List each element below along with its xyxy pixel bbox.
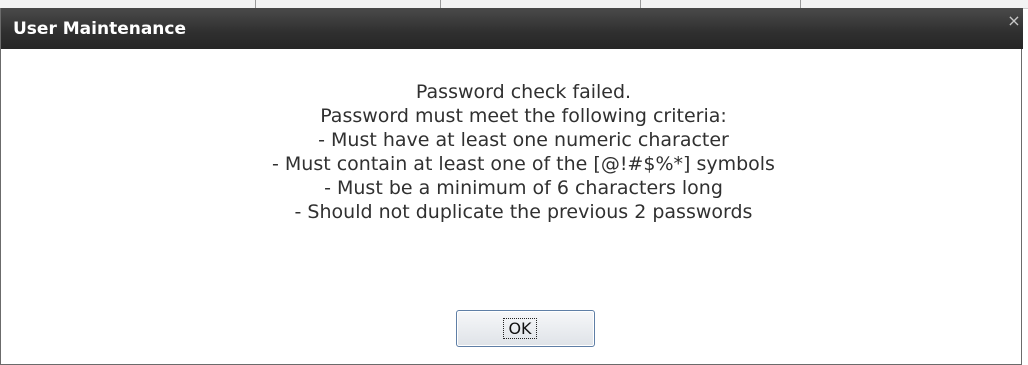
background-divider	[640, 0, 641, 8]
message-line: - Must have at least one numeric charact…	[318, 129, 729, 151]
message-line: - Must be a minimum of 6 characters long	[324, 177, 723, 199]
background-divider	[255, 0, 256, 8]
message-line: Password check failed.	[415, 81, 632, 103]
dialog-title: User Maintenance	[13, 19, 187, 39]
ok-button[interactable]: OK	[456, 310, 595, 347]
background-divider	[440, 0, 441, 8]
message-line: - Should not duplicate the previous 2 pa…	[294, 201, 753, 223]
error-message: Password check failed. Password must mee…	[1, 80, 1028, 224]
ok-button-label: OK	[503, 318, 537, 339]
user-maintenance-dialog: User Maintenance × Password check failed…	[0, 8, 1023, 365]
message-line: - Must contain at least one of the [@!#$…	[272, 153, 775, 175]
close-icon[interactable]: ×	[1007, 12, 1021, 30]
background-divider	[800, 0, 801, 8]
dialog-titlebar[interactable]: User Maintenance	[1, 8, 1023, 49]
message-line: Password must meet the following criteri…	[320, 105, 727, 127]
